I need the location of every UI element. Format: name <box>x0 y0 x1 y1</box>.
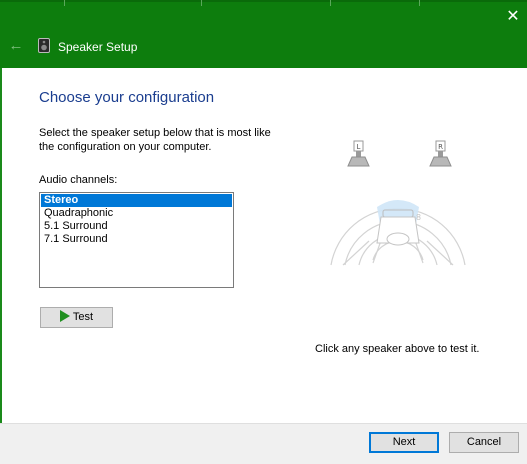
list-item-quadraphonic[interactable]: Quadraphonic <box>41 207 232 220</box>
test-button[interactable]: Test <box>40 307 113 328</box>
window-border-left <box>0 0 2 463</box>
taskbar-divider <box>419 0 420 6</box>
list-item-5-1-surround[interactable]: 5.1 Surround <box>41 220 232 233</box>
footer-bar <box>0 423 527 464</box>
test-button-label: Test <box>72 311 94 323</box>
listener-icon <box>386 232 410 246</box>
left-speaker-letter: L <box>357 143 361 151</box>
list-item-stereo[interactable]: Stereo <box>41 194 232 207</box>
page-heading: Choose your configuration <box>39 89 215 106</box>
right-speaker-letter: R <box>438 143 443 151</box>
speaker-test-hint: Click any speaker above to test it. <box>315 343 480 355</box>
listener-tag: 8 <box>416 213 421 222</box>
play-icon <box>59 310 70 322</box>
title-bar-top-edge <box>0 0 527 2</box>
back-arrow-icon[interactable]: ← <box>6 36 26 56</box>
taskbar-divider <box>330 0 331 6</box>
taskbar-divider <box>201 0 202 6</box>
speaker-diagram: 8 L R <box>330 140 466 266</box>
audio-channels-list[interactable]: Stereo Quadraphonic 5.1 Surround 7.1 Sur… <box>39 192 234 288</box>
audio-channels-label: Audio channels: <box>39 174 118 186</box>
speaker-icon <box>38 38 50 53</box>
window-title: Speaker Setup <box>58 40 138 54</box>
instructions-text: Select the speaker setup below that is m… <box>39 127 271 153</box>
cancel-button[interactable]: Cancel <box>449 432 519 453</box>
right-speaker-icon[interactable]: R <box>429 140 452 167</box>
title-bar: ✕ ← Speaker Setup <box>0 0 527 68</box>
left-speaker-icon[interactable]: L <box>347 140 370 167</box>
close-icon[interactable]: ✕ <box>500 4 526 30</box>
next-button[interactable]: Next <box>369 432 439 453</box>
taskbar-divider <box>64 0 65 6</box>
list-item-7-1-surround[interactable]: 7.1 Surround <box>41 233 232 246</box>
